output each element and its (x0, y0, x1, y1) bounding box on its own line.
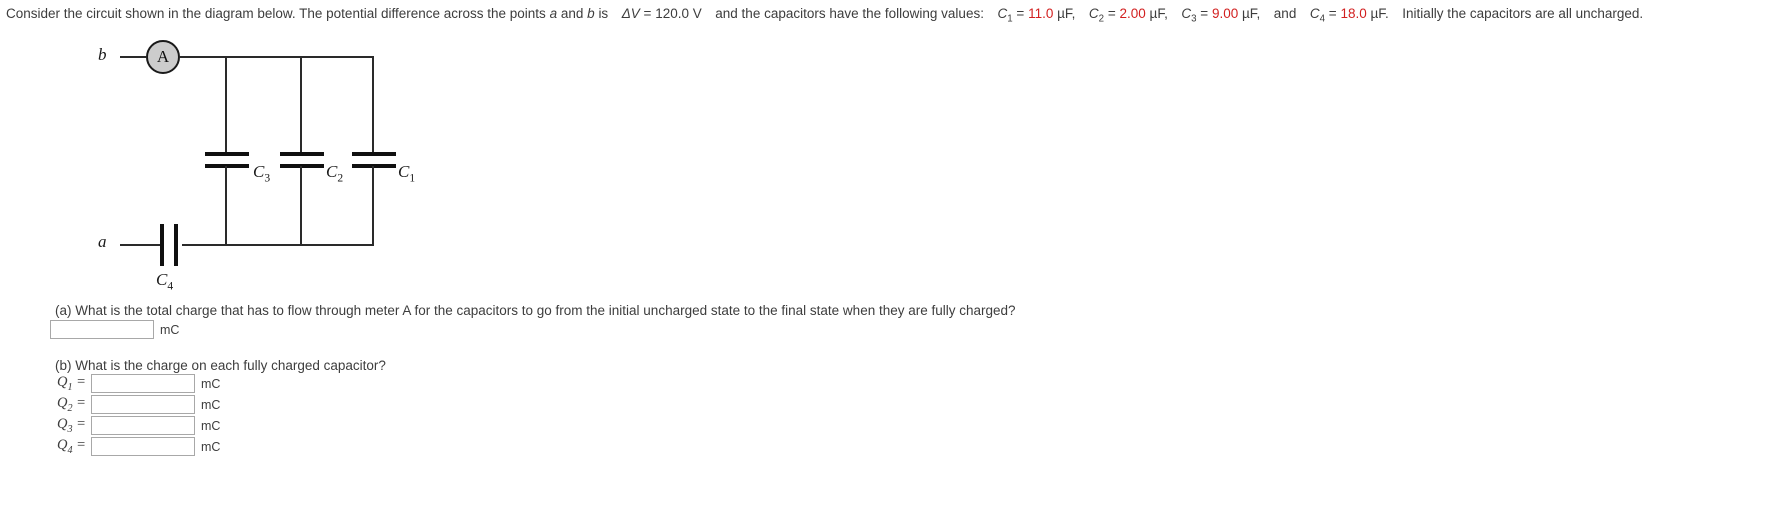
capacitor-label-c4: C4 (156, 270, 174, 293)
plate-c4-left (160, 224, 164, 266)
statement-part2: and the capacitors have the following va… (715, 6, 984, 21)
unit-label-q3: mC (201, 418, 221, 433)
wire-branch-c2-bottom (300, 166, 302, 246)
c3-subscript: 3 (1191, 13, 1197, 25)
wire-branch-c1-top (372, 56, 374, 153)
question-a-text: (a) What is the total charge that has to… (55, 303, 1016, 318)
answer-row-a: mC (50, 320, 179, 339)
answer-row-q1: Q1 = mC (57, 374, 220, 393)
c2-value: 2.00 (1119, 6, 1146, 21)
node-label-b: b (98, 45, 107, 64)
answer-input-total-charge[interactable] (50, 320, 154, 339)
unit-label-a: mC (160, 322, 180, 337)
delta-v-value: 120.0 V (655, 6, 702, 21)
ammeter-a: A (146, 40, 180, 74)
statement-part1: Consider the circuit shown in the diagra… (6, 6, 546, 21)
wire-branch-c2-top (300, 56, 302, 153)
plate-c2-top (280, 152, 324, 156)
statement-is: is (598, 6, 609, 21)
c1-equals: = (1016, 6, 1025, 21)
point-b-inline: b (587, 6, 595, 21)
c3-equals: = (1200, 6, 1209, 21)
answer-row-q4: Q4 = mC (57, 437, 220, 456)
capacitor-label-c2: C2 (326, 162, 344, 185)
question-b-text: (b) What is the charge on each fully cha… (55, 358, 386, 373)
label-q1: Q1 = (57, 374, 86, 393)
wire-branch-c1-bottom (372, 166, 374, 246)
label-q3: Q3 = (57, 416, 86, 435)
delta-v-equals: = (643, 6, 652, 21)
plate-c1-top (352, 152, 396, 156)
c2-symbol: C2 (1088, 6, 1105, 25)
answer-row-q3: Q3 = mC (57, 416, 220, 435)
c2-subscript: 2 (1098, 13, 1105, 25)
answer-input-q4[interactable] (91, 437, 195, 456)
plate-c3-bottom (205, 164, 249, 168)
c1-symbol: C1 (997, 6, 1013, 25)
wire-top-rail (180, 56, 374, 58)
point-a-inline: a (549, 6, 558, 21)
plate-c3-top (205, 152, 249, 156)
answer-input-q3[interactable] (91, 416, 195, 435)
wire-a-to-c4 (120, 244, 160, 246)
c2-unit: µF, (1149, 6, 1168, 21)
wire-b-to-ammeter (120, 56, 146, 58)
problem-statement: Consider the circuit shown in the diagra… (6, 4, 1643, 30)
c1-subscript: 1 (1007, 13, 1013, 25)
label-q4: Q4 = (57, 437, 86, 456)
unit-label-q2: mC (201, 397, 221, 412)
c1-value: 11.0 (1028, 6, 1054, 21)
c4-subscript: 4 (1319, 13, 1326, 25)
c1-unit: µF, (1057, 6, 1076, 21)
wire-bottom-rail (182, 244, 374, 246)
plate-c4-right (174, 224, 178, 266)
c4-symbol: C4 (1309, 6, 1326, 25)
c4-equals: = (1328, 6, 1337, 21)
answer-input-q2[interactable] (91, 395, 195, 414)
wire-branch-c3-bottom (225, 166, 227, 246)
unit-label-q4: mC (201, 439, 221, 454)
capacitor-label-c1: C1 (398, 162, 416, 185)
c3-value: 9.00 (1211, 6, 1239, 21)
node-label-a: a (98, 232, 107, 251)
statement-and-1: and (560, 6, 584, 21)
c2-equals: = (1107, 6, 1116, 21)
plate-c2-bottom (280, 164, 324, 168)
circuit-diagram: b a A C3 C2 C1 C4 (88, 34, 428, 304)
delta-v-symbol: ΔV (621, 6, 640, 21)
c3-symbol: C3 (1181, 6, 1197, 25)
statement-and-2: and (1273, 6, 1297, 21)
label-q2: Q2 = (57, 395, 86, 414)
answer-row-q2: Q2 = mC (57, 395, 220, 414)
c3-unit: µF, (1241, 6, 1261, 21)
answer-input-q1[interactable] (91, 374, 195, 393)
unit-label-q1: mC (201, 376, 221, 391)
c4-value: 18.0 (1340, 6, 1367, 21)
c4-unit: µF. (1370, 6, 1389, 21)
plate-c1-bottom (352, 164, 396, 168)
wire-branch-c3-top (225, 56, 227, 153)
capacitor-label-c3: C3 (253, 162, 271, 185)
statement-part3: Initially the capacitors are all uncharg… (1402, 6, 1644, 21)
